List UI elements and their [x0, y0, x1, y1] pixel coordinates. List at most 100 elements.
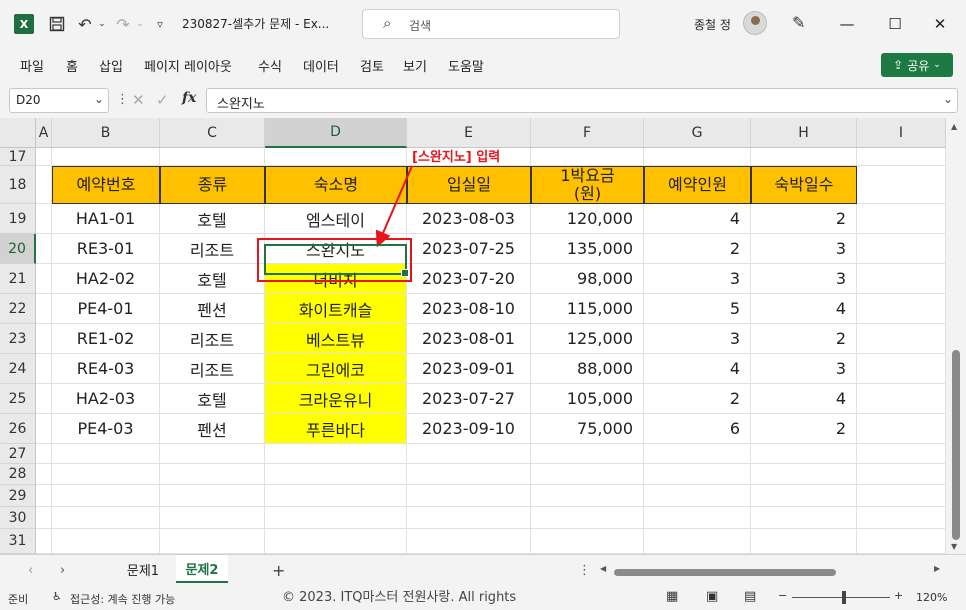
cell-c30[interactable] — [160, 507, 265, 529]
table-cell[interactable]: 리조트 — [160, 234, 265, 264]
minimize-button[interactable]: — — [832, 11, 862, 37]
cell-d28[interactable] — [265, 464, 407, 485]
table-cell[interactable]: 5 — [644, 294, 751, 324]
table-cell[interactable]: 호텔 — [160, 384, 265, 414]
cell-a29[interactable] — [36, 485, 52, 507]
insert-function-icon[interactable]: fx — [182, 90, 196, 106]
cell-e27[interactable] — [407, 444, 531, 464]
zoom-slider[interactable] — [792, 597, 890, 598]
table-cell[interactable]: 2023-08-10 — [407, 294, 531, 324]
save-icon[interactable] — [46, 13, 68, 35]
zoom-in-icon[interactable]: + — [894, 589, 903, 602]
cell-a26[interactable] — [36, 414, 52, 444]
prev-sheet-icon[interactable]: ‹ — [28, 563, 33, 578]
accessibility-icon[interactable]: ♿ — [52, 590, 62, 603]
scroll-right-icon[interactable]: ▶ — [934, 564, 940, 573]
cell-c27[interactable] — [160, 444, 265, 464]
table-cell[interactable]: 펜션 — [160, 294, 265, 324]
page-break-view-icon[interactable]: ▤ — [744, 589, 756, 604]
row-header-18[interactable]: 18 — [0, 166, 36, 204]
cell-a28[interactable] — [36, 464, 52, 485]
table-cell[interactable]: 화이트캐슬 — [265, 294, 407, 324]
table-header[interactable]: 1박요금 (원) — [531, 166, 644, 204]
scroll-down-icon[interactable]: ▼ — [951, 542, 957, 551]
column-header-f[interactable]: F — [531, 118, 644, 148]
user-name[interactable]: 종철 정 — [694, 16, 731, 33]
redo-dropdown-icon[interactable]: ⌄ — [134, 13, 146, 35]
table-cell[interactable]: 4 — [751, 384, 857, 414]
close-button[interactable]: ✕ — [925, 11, 955, 37]
row-header-22[interactable]: 22 — [0, 294, 36, 324]
cell-b30[interactable] — [52, 507, 160, 529]
tab-review[interactable]: 검토 — [360, 56, 384, 75]
table-cell[interactable]: 4 — [751, 294, 857, 324]
table-cell[interactable]: RE1-02 — [52, 324, 160, 354]
cell-d31[interactable] — [265, 529, 407, 554]
redo-icon[interactable]: ↷ — [112, 13, 134, 35]
table-header[interactable]: 종류 — [160, 166, 265, 204]
row-header-30[interactable]: 30 — [0, 507, 36, 529]
cell-a17[interactable] — [36, 148, 52, 166]
row-header-27[interactable]: 27 — [0, 444, 36, 464]
table-cell[interactable]: 푸른바다 — [265, 414, 407, 444]
column-header-h[interactable]: H — [751, 118, 857, 148]
table-cell[interactable]: 88,000 — [531, 354, 644, 384]
vertical-scrollbar[interactable]: ▲ ▼ — [946, 118, 966, 554]
cell-a18[interactable] — [36, 166, 52, 204]
cell-g27[interactable] — [644, 444, 751, 464]
row-header-26[interactable]: 26 — [0, 414, 36, 444]
table-cell[interactable]: 2 — [644, 384, 751, 414]
cell-i26[interactable] — [857, 414, 946, 444]
accessibility-status[interactable]: 접근성: 계속 진행 가능 — [70, 591, 175, 607]
cell-i29[interactable] — [857, 485, 946, 507]
name-box[interactable]: D20 ⌄ — [9, 88, 109, 113]
cell-e31[interactable] — [407, 529, 531, 554]
table-cell[interactable]: 2 — [751, 204, 857, 234]
table-cell[interactable]: 6 — [644, 414, 751, 444]
table-cell[interactable]: 리조트 — [160, 354, 265, 384]
cell-i30[interactable] — [857, 507, 946, 529]
cell-h27[interactable] — [751, 444, 857, 464]
column-header-a[interactable]: A — [36, 118, 52, 148]
cell-i19[interactable] — [857, 204, 946, 234]
cell-c28[interactable] — [160, 464, 265, 485]
page-layout-view-icon[interactable]: ▣ — [706, 589, 718, 604]
cell-b31[interactable] — [52, 529, 160, 554]
column-header-i[interactable]: I — [857, 118, 946, 148]
cell-c31[interactable] — [160, 529, 265, 554]
cell-i20[interactable] — [857, 234, 946, 264]
search-box[interactable]: ⌕ 검색 — [362, 9, 620, 39]
table-cell[interactable]: 2023-09-10 — [407, 414, 531, 444]
column-header-d[interactable]: D — [265, 118, 407, 148]
maximize-button[interactable]: ☐ — [880, 11, 910, 37]
cell-h17[interactable] — [751, 148, 857, 166]
cell-b28[interactable] — [52, 464, 160, 485]
cell-i25[interactable] — [857, 384, 946, 414]
table-cell[interactable]: HA2-02 — [52, 264, 160, 294]
cell-h31[interactable] — [751, 529, 857, 554]
table-cell[interactable]: 3 — [644, 324, 751, 354]
table-cell[interactable]: 3 — [751, 354, 857, 384]
cell-f17[interactable] — [531, 148, 644, 166]
cell-f31[interactable] — [531, 529, 644, 554]
table-cell[interactable]: 2023-09-01 — [407, 354, 531, 384]
cell-g30[interactable] — [644, 507, 751, 529]
cell-a20[interactable] — [36, 234, 52, 264]
cell-h28[interactable] — [751, 464, 857, 485]
table-cell[interactable]: 크라운유니 — [265, 384, 407, 414]
row-header-20[interactable]: 20 — [0, 234, 36, 264]
cell-f30[interactable] — [531, 507, 644, 529]
cell-h29[interactable] — [751, 485, 857, 507]
row-header-23[interactable]: 23 — [0, 324, 36, 354]
zoom-out-icon[interactable]: − — [778, 589, 787, 602]
add-sheet-button[interactable]: + — [272, 561, 285, 580]
cell-i27[interactable] — [857, 444, 946, 464]
row-header-29[interactable]: 29 — [0, 485, 36, 507]
normal-view-icon[interactable]: ▦ — [666, 589, 678, 604]
more-options-icon[interactable]: ⋮ — [116, 92, 129, 107]
table-cell[interactable]: 4 — [644, 204, 751, 234]
table-cell[interactable]: 115,000 — [531, 294, 644, 324]
cell-a27[interactable] — [36, 444, 52, 464]
table-header[interactable]: 예약인원 — [644, 166, 751, 204]
cell-g28[interactable] — [644, 464, 751, 485]
